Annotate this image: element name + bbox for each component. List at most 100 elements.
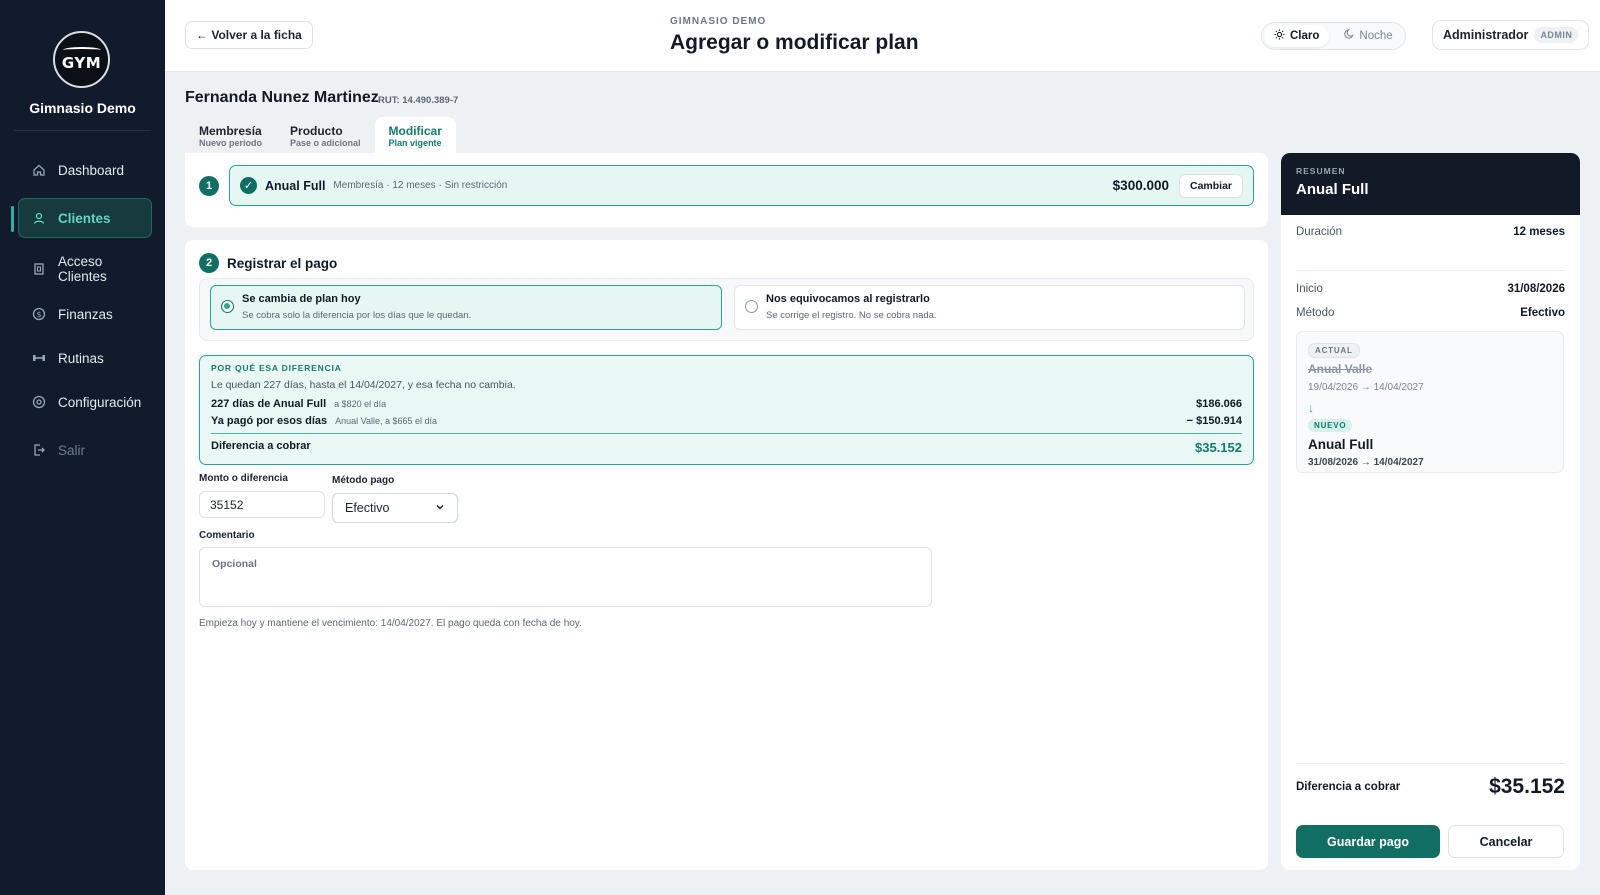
calc-rate: a $820 el día: [334, 399, 387, 409]
summary-value: 12 meses: [1513, 226, 1565, 238]
radio-unselected[interactable]: [745, 300, 758, 313]
new-badge: NUEVO: [1308, 419, 1353, 432]
summary-total-divider: [1296, 763, 1565, 764]
sidebar-item-label: Dashboard: [58, 162, 125, 178]
calc-rate: Anual Valle, a $665 el día: [335, 416, 438, 426]
logo-arms-icon: [62, 47, 101, 53]
difference-explanation: POR QUÉ ESA DIFERENCIA Le quedan 227 día…: [199, 355, 1254, 465]
check-icon: ✓: [240, 177, 257, 194]
option-subtitle: Se cobra solo la diferencia por los días…: [242, 310, 472, 321]
summary-total: Diferencia a cobrar $35.152: [1296, 775, 1565, 799]
page-title: Agregar o modificar plan: [670, 31, 919, 54]
nav-active-indicator: [11, 206, 14, 232]
tab-label: Producto: [290, 124, 343, 138]
explanation-eyebrow: POR QUÉ ESA DIFERENCIA: [211, 363, 342, 373]
calc-total-row: Diferencia a cobrar $35.152: [211, 440, 1242, 455]
summary-method-row: Método Efectivo: [1296, 307, 1565, 319]
dollar-icon: $: [31, 306, 47, 322]
sidebar-item-salir[interactable]: Salir: [18, 436, 152, 464]
gear-icon: [31, 394, 47, 410]
sidebar-item-configuracion[interactable]: Configuración: [18, 388, 152, 416]
sidebar-item-label: Configuración: [58, 394, 142, 410]
amount-label: Monto o diferencia: [199, 473, 288, 484]
sidebar-item-label: Salir: [58, 442, 86, 458]
calc-divider: [211, 433, 1242, 434]
summary-value: Efectivo: [1520, 307, 1565, 319]
tab-label: Membresía: [199, 124, 262, 138]
sidebar-item-clientes[interactable]: Clientes: [18, 198, 152, 238]
arrow-down-icon: ↓: [1308, 401, 1314, 415]
tab-modificar[interactable]: Modificar Plan vigente: [374, 117, 456, 153]
sidebar-item-label: Finanzas: [58, 306, 113, 322]
comment-textarea[interactable]: Opcional: [199, 547, 932, 607]
gym-logo: GYM: [53, 31, 110, 88]
summary-header: RESUMEN Anual Full: [1281, 153, 1580, 215]
page-eyebrow: GIMNASIO DEMO: [670, 16, 767, 27]
door-icon: [31, 261, 47, 277]
option-subtitle: Se corrige el registro. No se cobra nada…: [766, 310, 937, 321]
explanation-text: Le quedan 227 días, hasta el 14/04/2027,…: [211, 379, 516, 391]
tab-membresia[interactable]: Membresía Nuevo periodo: [185, 117, 276, 153]
theme-light-label: Claro: [1290, 30, 1320, 42]
summary-panel: RESUMEN Anual Full Duración 12 meses Ini…: [1281, 153, 1580, 870]
home-icon: [31, 162, 47, 178]
svg-text:$: $: [36, 310, 41, 319]
summary-eyebrow: RESUMEN: [1296, 166, 1346, 176]
theme-dark-button[interactable]: Noche: [1333, 25, 1402, 47]
sidebar: GYM Gimnasio Demo Dashboard Clientes Acc…: [0, 0, 165, 895]
logout-icon: [31, 442, 47, 458]
sidebar-item-acceso-clientes[interactable]: Acceso Clientes: [18, 250, 152, 288]
change-type-options: Se cambia de plan hoy Se cobra solo la d…: [199, 278, 1254, 341]
calc-label: 227 días de Anual Full: [211, 398, 327, 410]
plan-meta: Membresía · 12 meses · Sin restricción: [333, 180, 508, 191]
change-plan-button[interactable]: Cambiar: [1178, 173, 1243, 198]
option-correction[interactable]: Nos equivocamos al registrarlo Se corrig…: [734, 285, 1245, 330]
theme-light-button[interactable]: Claro: [1264, 25, 1330, 47]
top-header: ← Volver a la ficha GIMNASIO DEMO Agrega…: [165, 0, 1600, 72]
theme-toggle: Claro Noche: [1261, 22, 1406, 50]
moon-icon: [1343, 29, 1354, 43]
sidebar-item-finanzas[interactable]: $ Finanzas: [18, 300, 152, 328]
user-name: Administrador: [1443, 28, 1529, 42]
back-button[interactable]: ← Volver a la ficha: [185, 21, 313, 49]
plan-name: Anual Full: [265, 178, 326, 193]
summary-value: 31/08/2026: [1507, 283, 1565, 295]
sidebar-item-label: Clientes: [58, 210, 111, 226]
summary-total-label: Diferencia a cobrar: [1296, 781, 1401, 793]
old-plan-name: Anual Valle: [1308, 362, 1373, 376]
tab-sublabel: Plan vigente: [388, 138, 442, 148]
radio-selected[interactable]: [221, 300, 234, 313]
user-menu[interactable]: Administrador ADMIN: [1432, 20, 1590, 50]
payment-note: Empieza hoy y mantiene el vencimiento: 1…: [199, 618, 582, 629]
calc-label: Ya pagó por esos días: [211, 415, 328, 427]
gym-name: Gimnasio Demo: [29, 100, 136, 116]
tab-sublabel: Nuevo periodo: [199, 138, 263, 148]
section-title: 2 Registrar el pago: [199, 253, 337, 273]
cancel-button[interactable]: Cancelar: [1448, 825, 1564, 858]
new-plan-name: Anual Full: [1308, 437, 1374, 452]
tab-sublabel: Pase o adicional: [290, 138, 361, 148]
calc-total-amount: $35.152: [1195, 440, 1242, 455]
sidebar-nav: Dashboard Clientes Acceso Clientes $ Fin…: [18, 156, 152, 464]
chevron-down-icon: [435, 501, 445, 515]
summary-duration-row: Duración 12 meses: [1296, 226, 1565, 238]
sidebar-divider: [14, 130, 151, 131]
payment-card: 2 Registrar el pago Se cambia de plan ho…: [185, 240, 1268, 870]
role-badge: ADMIN: [1534, 27, 1579, 43]
sidebar-item-label: Acceso Clientes: [58, 254, 107, 284]
option-plan-change-today[interactable]: Se cambia de plan hoy Se cobra solo la d…: [210, 285, 722, 330]
actual-badge: ACTUAL: [1308, 343, 1360, 358]
user-icon: [31, 210, 47, 226]
logo-text: GYM: [61, 54, 102, 72]
section-title-label: Registrar el pago: [227, 255, 338, 271]
summary-start-row: Inicio 31/08/2026: [1296, 283, 1565, 295]
payment-method-select[interactable]: Efectivo: [332, 493, 458, 523]
sun-icon: [1274, 29, 1285, 43]
amount-input[interactable]: 35152: [199, 491, 325, 518]
sidebar-item-dashboard[interactable]: Dashboard: [18, 156, 152, 184]
save-payment-button[interactable]: Guardar pago: [1296, 825, 1440, 858]
selected-plan: ✓ Anual Full Membresía · 12 meses · Sin …: [229, 165, 1254, 206]
sidebar-item-rutinas[interactable]: Rutinas: [18, 344, 152, 372]
tab-producto[interactable]: Producto Pase o adicional: [276, 117, 375, 153]
calc-amount: − $150.914: [1186, 415, 1242, 427]
